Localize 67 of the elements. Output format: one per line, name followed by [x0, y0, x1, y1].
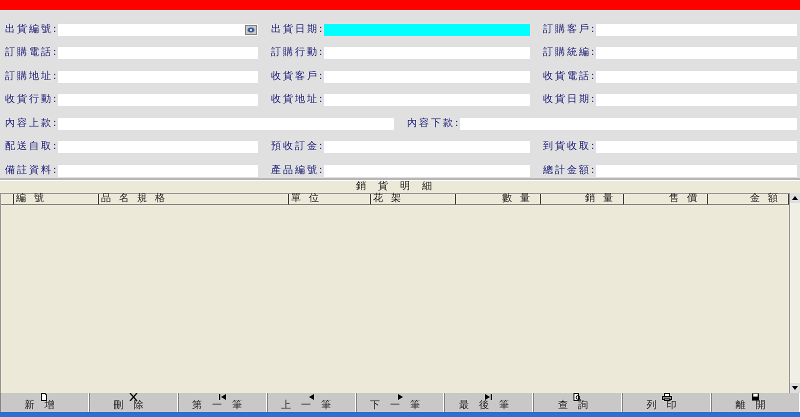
field-label: 訂購客戶:: [543, 24, 596, 36]
toolbar-button[interactable]: 上一筆: [266, 393, 356, 412]
input-field[interactable]: [58, 141, 258, 154]
toolbar-button[interactable]: 查詢: [533, 393, 622, 412]
toolbar-button[interactable]: 第一筆: [178, 393, 267, 412]
input-field[interactable]: [58, 164, 258, 177]
last-record-icon: [485, 393, 492, 401]
input-field[interactable]: [596, 70, 797, 83]
field-label: 出貨編號:: [5, 24, 58, 36]
input-field[interactable]: [58, 47, 258, 60]
column-header[interactable]: 金額: [708, 194, 789, 205]
toolbar-button[interactable]: 最後筆: [444, 393, 534, 412]
input-field[interactable]: [596, 24, 797, 36]
column-header[interactable]: 單位: [289, 194, 371, 205]
toolbar-button[interactable]: 列印: [622, 393, 712, 412]
field-label: 配送自取:: [5, 141, 58, 154]
field-label: 到貨收取:: [543, 141, 596, 154]
input-field[interactable]: [324, 164, 530, 177]
input-field[interactable]: [596, 47, 797, 60]
field-label: 預收訂金:: [271, 141, 324, 154]
field-label: 訂購行動:: [271, 47, 324, 60]
column-header[interactable]: 編號: [14, 194, 99, 205]
close-icon: [128, 393, 138, 401]
column-header[interactable]: 品名規格: [99, 194, 289, 205]
toolbar-button[interactable]: 離開: [711, 393, 800, 412]
toolbar-button[interactable]: 新增: [0, 393, 89, 412]
input-field[interactable]: [596, 94, 797, 106]
field-label: 訂購電話:: [5, 47, 58, 60]
input-field[interactable]: [324, 141, 530, 154]
scroll-bar[interactable]: [790, 193, 800, 393]
toolbar-button[interactable]: 下一筆: [356, 393, 444, 412]
lookup-button[interactable]: [245, 24, 257, 35]
toolbar-button[interactable]: 刪除: [88, 393, 178, 412]
field-label: 收貨行動:: [5, 94, 58, 106]
input-field[interactable]: [58, 70, 258, 83]
input-field[interactable]: [324, 94, 530, 106]
field-label: 收貨客戶:: [271, 70, 324, 83]
field-label: 備註資料:: [5, 164, 58, 177]
previous-icon: [308, 393, 314, 401]
input-field[interactable]: [58, 118, 394, 130]
grid-title: 銷貨明細: [355, 181, 445, 192]
column-header[interactable]: 花架: [371, 194, 456, 205]
column-header[interactable]: 售價: [624, 194, 708, 205]
first-record-icon: [218, 393, 226, 401]
next-icon: [398, 393, 402, 401]
field-label: 訂購統編:: [543, 47, 596, 60]
scroll-down-icon[interactable]: [790, 383, 800, 393]
field-label: 訂購地址:: [5, 70, 58, 83]
input-field[interactable]: [596, 164, 797, 177]
field-label: 內容上款:: [5, 118, 58, 130]
input-field[interactable]: [324, 70, 530, 83]
scroll-up-icon[interactable]: [790, 193, 800, 203]
field-label: 收貨日期:: [543, 94, 596, 106]
input-field[interactable]: [58, 94, 258, 106]
input-field[interactable]: [324, 24, 530, 36]
field-label: 內容下款:: [407, 118, 460, 130]
field-label: 收貨地址:: [271, 94, 324, 106]
input-field[interactable]: [58, 24, 258, 36]
field-label: 總計金額:: [543, 164, 596, 177]
column-header[interactable]: 數量: [456, 194, 541, 205]
field-label: 出貨日期:: [271, 24, 324, 36]
input-field[interactable]: [324, 47, 530, 60]
field-label: 收貨電話:: [543, 70, 596, 83]
field-label: 產品編號:: [271, 164, 324, 177]
input-field[interactable]: [596, 141, 797, 154]
input-field[interactable]: [460, 118, 797, 130]
column-header[interactable]: 銷量: [541, 194, 624, 205]
